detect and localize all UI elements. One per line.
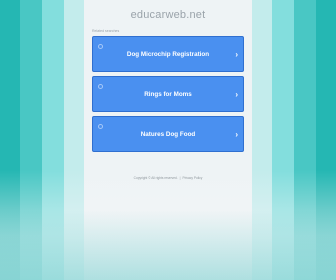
related-searches-label: Related searches [92,29,120,33]
link-dog-microchip-registration[interactable]: Dog Microchip Registration › [92,36,244,72]
link-natures-dog-food[interactable]: Natures Dog Food › [92,116,244,152]
chevron-right-icon: › [235,49,238,59]
chevron-right-icon: › [235,129,238,139]
footer-copyright: Copyright © All rights reserved. [133,176,178,180]
privacy-policy-link[interactable]: Privacy Policy [182,176,202,180]
chevron-right-icon: › [235,89,238,99]
site-title: educarweb.net [130,9,206,21]
footer-separator: | [179,176,181,180]
link-label: Natures Dog Food [140,130,196,138]
footer: Copyright © All rights reserved. | Privacy… [84,176,252,180]
link-label: Dog Microchip Registration [126,50,210,58]
link-rings-for-moms[interactable]: Rings for Moms › [92,76,244,112]
link-label: Rings for Moms [144,90,192,98]
page-content: educarweb.net Related searches Dog Micro… [84,0,252,280]
